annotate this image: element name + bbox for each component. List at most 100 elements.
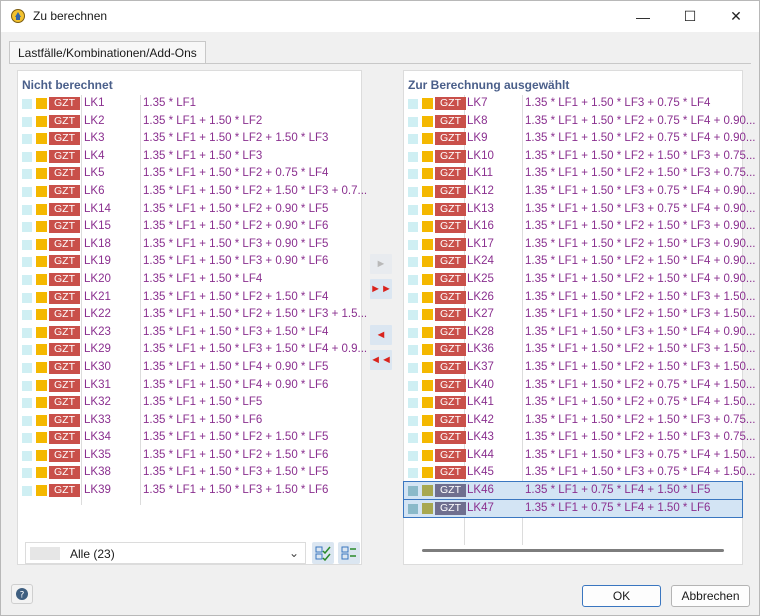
list-item[interactable]: GZT LK14 1.35 * LF1 + 1.50 * LF2 + 0.90 * … (18, 201, 361, 219)
list-item[interactable]: GZT LK19 1.35 * LF1 + 1.50 * LF3 + 0.90 * … (18, 253, 361, 271)
list-item[interactable]: GZT LK6 1.35 * LF1 + 1.50 * LF2 + 1.50 * L… (18, 183, 367, 201)
checkbox[interactable] (22, 239, 32, 250)
list-item[interactable]: GZT LK29 1.35 * LF1 + 1.50 * LF3 + 1.50 * … (18, 341, 367, 359)
checkbox[interactable] (408, 380, 418, 391)
list-item[interactable]: GZT LK42 1.35 * LF1 + 1.50 * LF2 + 1.50 * … (404, 412, 755, 430)
list-item[interactable]: GZT LK46 1.35 * LF1 + 0.75 * LF4 + 1.50 * … (403, 481, 743, 501)
checkbox[interactable] (22, 222, 32, 233)
checkbox[interactable] (22, 486, 32, 497)
list-item[interactable]: GZT LK41 1.35 * LF1 + 1.50 * LF2 + 0.75 * … (404, 394, 755, 412)
checkbox[interactable] (408, 169, 418, 180)
not-calculated-list[interactable]: GZT LK1 1.35 * LF1 GZT LK2 1.35 * LF1 + 1.50 … (18, 95, 367, 500)
checkbox[interactable] (22, 310, 32, 321)
list-item[interactable]: GZT LK23 1.35 * LF1 + 1.50 * LF3 + 1.50 * … (18, 324, 361, 342)
list-item[interactable]: GZT LK13 1.35 * LF1 + 1.50 * LF3 + 0.75 * … (404, 201, 755, 219)
list-item[interactable]: GZT LK33 1.35 * LF1 + 1.50 * LF6 (18, 412, 361, 430)
list-item[interactable]: GZT LK47 1.35 * LF1 + 0.75 * LF4 + 1.50 * … (403, 498, 743, 519)
list-item[interactable]: GZT LK24 1.35 * LF1 + 1.50 * LF2 + 1.50 * … (404, 253, 755, 271)
list-item[interactable]: GZT LK8 1.35 * LF1 + 1.50 * LF2 + 0.75 * L… (404, 113, 755, 131)
list-item[interactable]: GZT LK22 1.35 * LF1 + 1.50 * LF2 + 1.50 * … (18, 306, 367, 324)
list-item[interactable]: GZT LK25 1.35 * LF1 + 1.50 * LF2 + 1.50 * … (404, 271, 755, 289)
checkbox[interactable] (22, 274, 32, 285)
list-item[interactable]: GZT LK16 1.35 * LF1 + 1.50 * LF2 + 1.50 * … (404, 218, 755, 236)
checkbox[interactable] (22, 169, 32, 180)
select-all-button[interactable] (312, 542, 334, 564)
list-item[interactable]: GZT LK31 1.35 * LF1 + 1.50 * LF4 + 0.90 * … (18, 377, 361, 395)
list-item[interactable]: GZT LK40 1.35 * LF1 + 1.50 * LF2 + 0.75 * … (404, 377, 755, 395)
checkbox[interactable] (22, 292, 32, 303)
checkbox[interactable] (408, 468, 418, 479)
checkbox[interactable] (22, 186, 32, 197)
checkbox[interactable] (22, 380, 32, 391)
checkbox[interactable] (408, 398, 418, 409)
list-item[interactable]: GZT LK3 1.35 * LF1 + 1.50 * LF2 + 1.50 * L… (18, 130, 361, 148)
checkbox[interactable] (408, 134, 418, 145)
move-right-button[interactable]: ► (370, 254, 392, 274)
maximize-button[interactable]: ☐ (667, 1, 713, 32)
list-item[interactable]: GZT LK21 1.35 * LF1 + 1.50 * LF2 + 1.50 * … (18, 289, 361, 307)
checkbox[interactable] (408, 274, 418, 285)
checkbox[interactable] (22, 99, 32, 109)
ok-button[interactable]: OK (582, 585, 661, 607)
move-all-right-button[interactable]: ►► (370, 279, 392, 299)
list-item[interactable]: GZT LK2 1.35 * LF1 + 1.50 * LF2 (18, 113, 361, 131)
list-item[interactable]: GZT LK10 1.35 * LF1 + 1.50 * LF2 + 1.50 * … (404, 148, 755, 166)
tab-loadcases[interactable]: Lastfälle/Kombinationen/Add-Ons (9, 41, 206, 65)
checkbox[interactable] (22, 398, 32, 409)
list-item[interactable]: GZT LK34 1.35 * LF1 + 1.50 * LF2 + 1.50 * … (18, 429, 361, 447)
list-item[interactable]: GZT LK36 1.35 * LF1 + 1.50 * LF2 + 1.50 * … (404, 341, 755, 359)
list-item[interactable]: GZT LK27 1.35 * LF1 + 1.50 * LF2 + 1.50 * … (404, 306, 755, 324)
filter-dropdown[interactable]: Alle (23) ⌄ (25, 542, 306, 564)
move-all-left-button[interactable]: ◄◄ (370, 350, 392, 370)
checkbox[interactable] (408, 503, 418, 514)
list-item[interactable]: GZT LK15 1.35 * LF1 + 1.50 * LF2 + 0.90 * … (18, 218, 361, 236)
list-item[interactable]: GZT LK1 1.35 * LF1 (18, 95, 361, 113)
list-item[interactable]: GZT LK38 1.35 * LF1 + 1.50 * LF3 + 1.50 * … (18, 464, 361, 482)
checkbox[interactable] (22, 116, 32, 127)
checkbox[interactable] (22, 450, 32, 461)
checkbox[interactable] (408, 433, 418, 444)
list-item[interactable]: GZT LK32 1.35 * LF1 + 1.50 * LF5 (18, 394, 361, 412)
list-item[interactable]: GZT LK37 1.35 * LF1 + 1.50 * LF2 + 1.50 * … (404, 359, 755, 377)
checkbox[interactable] (408, 450, 418, 461)
list-item[interactable]: GZT LK11 1.35 * LF1 + 1.50 * LF2 + 1.50 * … (404, 165, 755, 183)
horizontal-scrollbar[interactable] (422, 549, 724, 552)
checkbox[interactable] (408, 204, 418, 215)
list-item[interactable]: GZT LK28 1.35 * LF1 + 1.50 * LF3 + 1.50 * … (404, 324, 755, 342)
checkbox[interactable] (22, 134, 32, 145)
list-item[interactable]: GZT LK26 1.35 * LF1 + 1.50 * LF2 + 1.50 * … (404, 289, 755, 307)
checkbox[interactable] (22, 257, 32, 268)
list-item[interactable]: GZT LK35 1.35 * LF1 + 1.50 * LF2 + 1.50 * … (18, 447, 361, 465)
list-item[interactable]: GZT LK7 1.35 * LF1 + 1.50 * LF3 + 0.75 * L… (404, 95, 742, 113)
minimize-button[interactable]: — (620, 1, 666, 32)
checkbox[interactable] (408, 222, 418, 233)
selected-list[interactable]: GZT LK7 1.35 * LF1 + 1.50 * LF3 + 0.75 * L… (403, 95, 755, 519)
list-item[interactable]: GZT LK30 1.35 * LF1 + 1.50 * LF4 + 0.90 * … (18, 359, 361, 377)
list-item[interactable]: GZT LK18 1.35 * LF1 + 1.50 * LF3 + 0.90 * … (18, 236, 361, 254)
checkbox[interactable] (22, 345, 32, 356)
close-button[interactable]: ✕ (713, 1, 759, 32)
checkbox[interactable] (408, 415, 418, 426)
checkbox[interactable] (408, 186, 418, 197)
list-item[interactable]: GZT LK20 1.35 * LF1 + 1.50 * LF4 (18, 271, 361, 289)
list-item[interactable]: GZT LK4 1.35 * LF1 + 1.50 * LF3 (18, 148, 361, 166)
list-item[interactable]: GZT LK45 1.35 * LF1 + 1.50 * LF3 + 0.75 * … (404, 464, 755, 482)
checkbox[interactable] (408, 151, 418, 162)
checkbox[interactable] (408, 116, 418, 127)
list-item[interactable]: GZT LK43 1.35 * LF1 + 1.50 * LF2 + 1.50 * … (404, 429, 755, 447)
cancel-button[interactable]: Abbrechen (671, 585, 750, 607)
list-item[interactable]: GZT LK44 1.35 * LF1 + 1.50 * LF3 + 0.75 * … (404, 447, 755, 465)
checkbox[interactable] (22, 468, 32, 479)
checkbox[interactable] (408, 345, 418, 356)
list-item[interactable]: GZT LK12 1.35 * LF1 + 1.50 * LF3 + 0.75 * … (404, 183, 755, 201)
deselect-all-button[interactable] (338, 542, 360, 564)
checkbox[interactable] (22, 433, 32, 444)
move-left-button[interactable]: ◄ (370, 325, 392, 345)
checkbox[interactable] (22, 204, 32, 215)
checkbox[interactable] (408, 327, 418, 338)
checkbox[interactable] (22, 327, 32, 338)
checkbox[interactable] (408, 257, 418, 268)
list-item[interactable]: GZT LK5 1.35 * LF1 + 1.50 * LF2 + 0.75 * L… (18, 165, 361, 183)
list-item[interactable]: GZT LK17 1.35 * LF1 + 1.50 * LF2 + 1.50 * … (404, 236, 755, 254)
checkbox[interactable] (408, 486, 418, 497)
